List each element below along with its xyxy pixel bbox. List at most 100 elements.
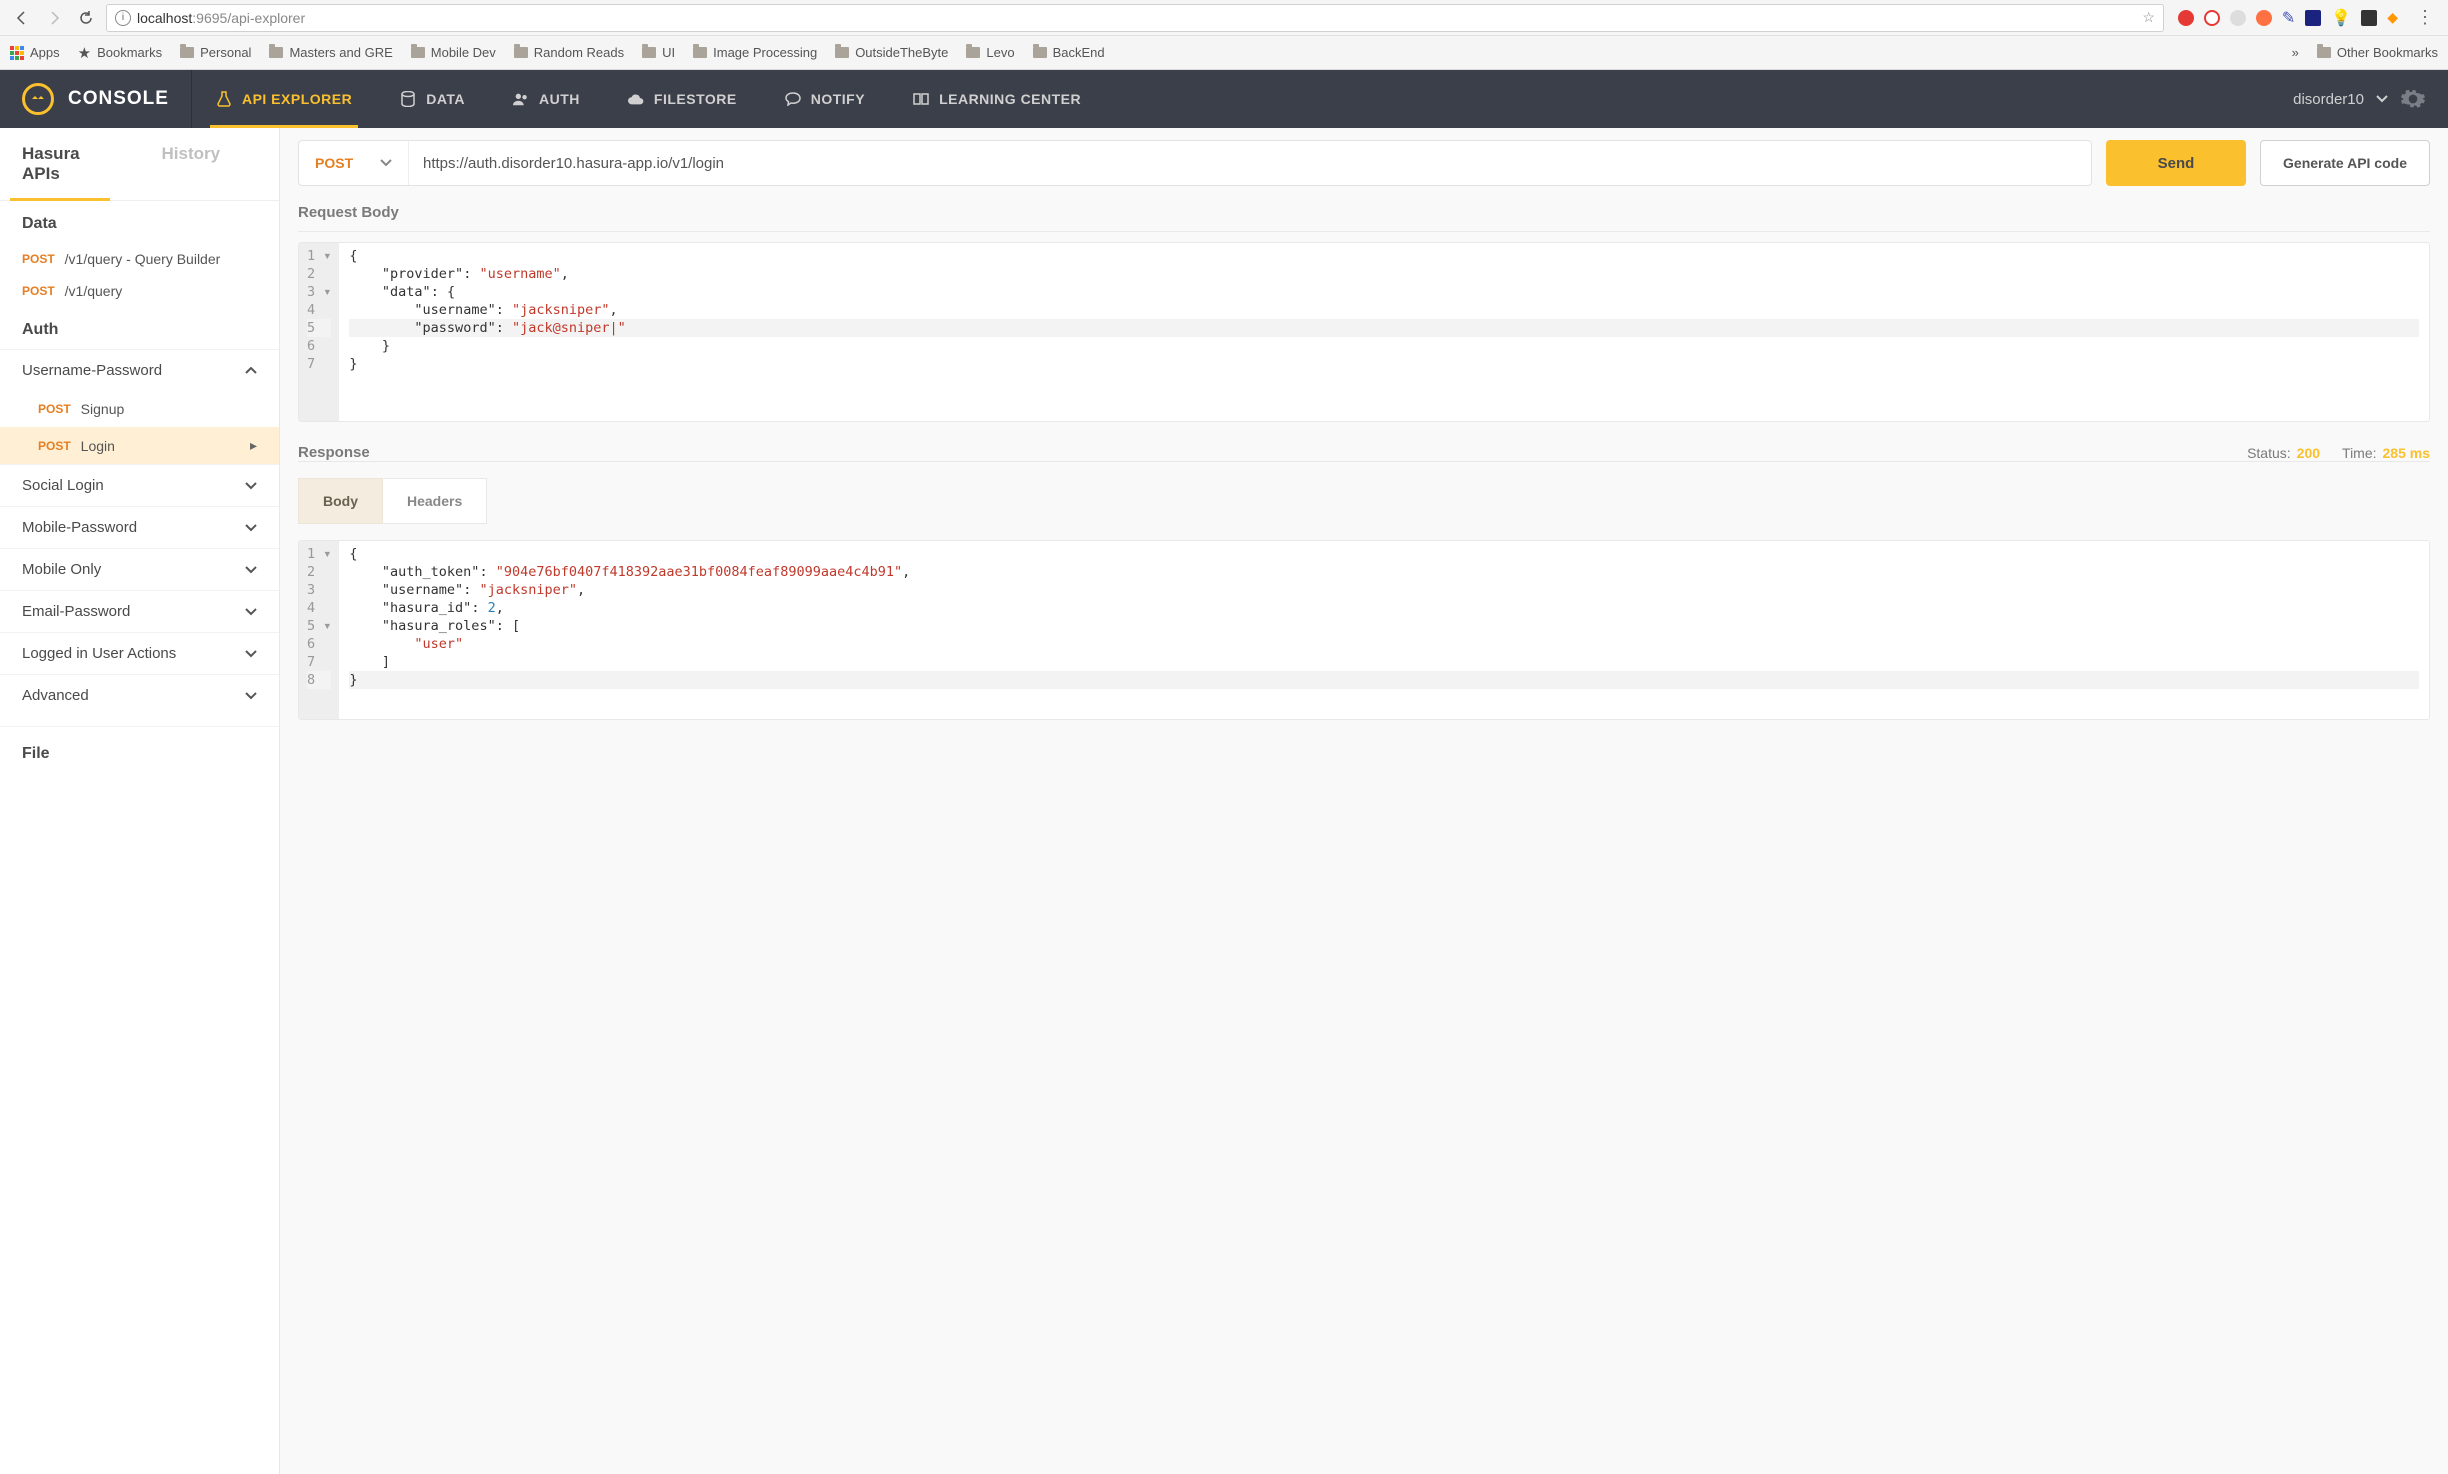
sidebar-item-signup[interactable]: POSTSignup — [0, 391, 279, 427]
sidebar-group-advanced[interactable]: Advanced — [0, 674, 279, 716]
react-icon[interactable] — [2305, 10, 2321, 26]
chevron-down-icon — [245, 650, 257, 658]
url-path: /api-explorer — [227, 10, 305, 26]
star-icon: ★ — [78, 44, 91, 62]
response-body-viewer[interactable]: 1 ▾2 3 4 5 ▾6 7 8 { "auth_token": "904e7… — [298, 540, 2430, 720]
cloud-icon — [628, 91, 644, 107]
chevron-down-icon — [245, 566, 257, 574]
browser-menu-icon[interactable]: ⋮ — [2412, 7, 2438, 28]
folder-icon — [835, 47, 849, 58]
folder-icon — [514, 47, 528, 58]
sidebar-tab-history[interactable]: History — [140, 128, 280, 200]
forward-button[interactable] — [42, 6, 66, 30]
folder-icon — [1033, 47, 1047, 58]
bookmark-backend[interactable]: BackEnd — [1033, 45, 1105, 60]
folder-icon — [642, 47, 656, 58]
sidebar-group-social[interactable]: Social Login — [0, 464, 279, 506]
sidebar-item-login[interactable]: POSTLogin ▸ — [0, 427, 279, 464]
bookmarks-bar: Apps ★Bookmarks Personal Masters and GRE… — [0, 36, 2448, 70]
url-bar[interactable]: i localhost:9695/api-explorer ☆ — [106, 4, 2164, 32]
chat-icon — [785, 91, 801, 107]
ext-icon-8[interactable] — [2361, 10, 2377, 26]
nav-data[interactable]: DATA — [376, 70, 489, 128]
ext-icon-3[interactable] — [2230, 10, 2246, 26]
bulb-icon[interactable]: 💡 — [2331, 8, 2351, 28]
logo[interactable]: CONSOLE — [0, 70, 192, 128]
user-menu[interactable]: disorder10 — [2271, 86, 2448, 112]
bookmark-personal[interactable]: Personal — [180, 45, 251, 60]
folder-icon — [966, 47, 980, 58]
chevron-down-icon — [245, 524, 257, 532]
sidebar-group-mobile-password[interactable]: Mobile-Password — [0, 506, 279, 548]
bookmark-apps[interactable]: Apps — [10, 45, 60, 60]
gear-icon[interactable] — [2400, 86, 2426, 112]
sidebar-tab-apis[interactable]: Hasura APIs — [0, 128, 140, 200]
sidebar-item-query-builder[interactable]: POST/v1/query - Query Builder — [0, 243, 279, 275]
sidebar-group-email-password[interactable]: Email-Password — [0, 590, 279, 632]
site-info-icon[interactable]: i — [115, 10, 131, 26]
sidebar-group-logged-in[interactable]: Logged in User Actions — [0, 632, 279, 674]
username-label: disorder10 — [2293, 91, 2364, 108]
reload-button[interactable] — [74, 6, 98, 30]
generate-api-code-button[interactable]: Generate API code — [2260, 140, 2430, 186]
nav-api-explorer[interactable]: API EXPLORER — [192, 70, 376, 128]
bookmark-other[interactable]: Other Bookmarks — [2317, 45, 2438, 60]
eyedropper-icon[interactable]: ✎ — [2282, 8, 2295, 28]
bookmark-otb[interactable]: OutsideTheByte — [835, 45, 948, 60]
bookmark-random[interactable]: Random Reads — [514, 45, 624, 60]
flask-icon — [216, 91, 232, 107]
users-icon — [513, 91, 529, 107]
abp-icon[interactable] — [2178, 10, 2194, 26]
database-icon — [400, 91, 416, 107]
bookmark-ui[interactable]: UI — [642, 45, 675, 60]
nav-auth[interactable]: AUTH — [489, 70, 604, 128]
response-status: Status:200 — [2247, 445, 2320, 461]
response-tab-headers[interactable]: Headers — [383, 478, 487, 524]
bookmark-imgproc[interactable]: Image Processing — [693, 45, 817, 60]
folder-icon — [2317, 47, 2331, 58]
sidebar-group-username-password[interactable]: Username-Password — [0, 349, 279, 391]
sidebar-group-mobile-only[interactable]: Mobile Only — [0, 548, 279, 590]
response-label: Response — [298, 444, 370, 461]
ext-icon-4[interactable] — [2256, 10, 2272, 26]
logo-text: CONSOLE — [68, 88, 169, 110]
method-select[interactable]: POST — [299, 141, 409, 185]
sidebar: Hasura APIs History Data POST/v1/query -… — [0, 128, 280, 1474]
apps-icon — [10, 46, 24, 60]
bookmark-overflow[interactable]: » — [2292, 45, 2299, 60]
response-time: Time:285 ms — [2342, 445, 2430, 461]
folder-icon — [693, 47, 707, 58]
bookmark-masters[interactable]: Masters and GRE — [269, 45, 392, 60]
bookmark-levo[interactable]: Levo — [966, 45, 1014, 60]
browser-toolbar: i localhost:9695/api-explorer ☆ ✎ 💡 ◆ ⋮ — [0, 0, 2448, 36]
url-input[interactable] — [409, 141, 2091, 185]
request-body-editor[interactable]: 1 ▾2 3 ▾4 5 6 7 { "provider": "username"… — [298, 242, 2430, 422]
main-panel: POST Send Generate API code Request Body… — [280, 128, 2448, 1474]
sidebar-item-query[interactable]: POST/v1/query — [0, 275, 279, 307]
logo-icon — [22, 83, 54, 115]
bookmark-bookmarks[interactable]: ★Bookmarks — [78, 44, 162, 62]
nav-notify[interactable]: NOTIFY — [761, 70, 889, 128]
back-button[interactable] — [10, 6, 34, 30]
sidebar-section-file: File — [0, 726, 279, 773]
bookmark-star-icon[interactable]: ☆ — [2142, 9, 2155, 26]
chevron-right-icon: ▸ — [250, 437, 257, 454]
folder-icon — [269, 47, 283, 58]
nav-learning[interactable]: LEARNING CENTER — [889, 70, 1105, 128]
book-icon — [913, 91, 929, 107]
app-header: CONSOLE API EXPLORER DATA AUTH FILESTORE… — [0, 70, 2448, 128]
request-body-label: Request Body — [298, 204, 2430, 221]
chevron-down-icon — [245, 692, 257, 700]
extension-icons: ✎ 💡 ◆ — [2172, 8, 2404, 28]
url-host: localhost — [137, 10, 192, 26]
folder-icon — [180, 47, 194, 58]
url-port: :9695 — [192, 10, 227, 26]
chevron-down-icon — [245, 482, 257, 490]
bookmark-mobiledev[interactable]: Mobile Dev — [411, 45, 496, 60]
send-button[interactable]: Send — [2106, 140, 2246, 186]
response-tab-body[interactable]: Body — [298, 478, 383, 524]
ublock-icon[interactable] — [2204, 10, 2220, 26]
chevron-down-icon — [380, 159, 392, 167]
ext-icon-9[interactable]: ◆ — [2387, 9, 2398, 26]
nav-filestore[interactable]: FILESTORE — [604, 70, 761, 128]
